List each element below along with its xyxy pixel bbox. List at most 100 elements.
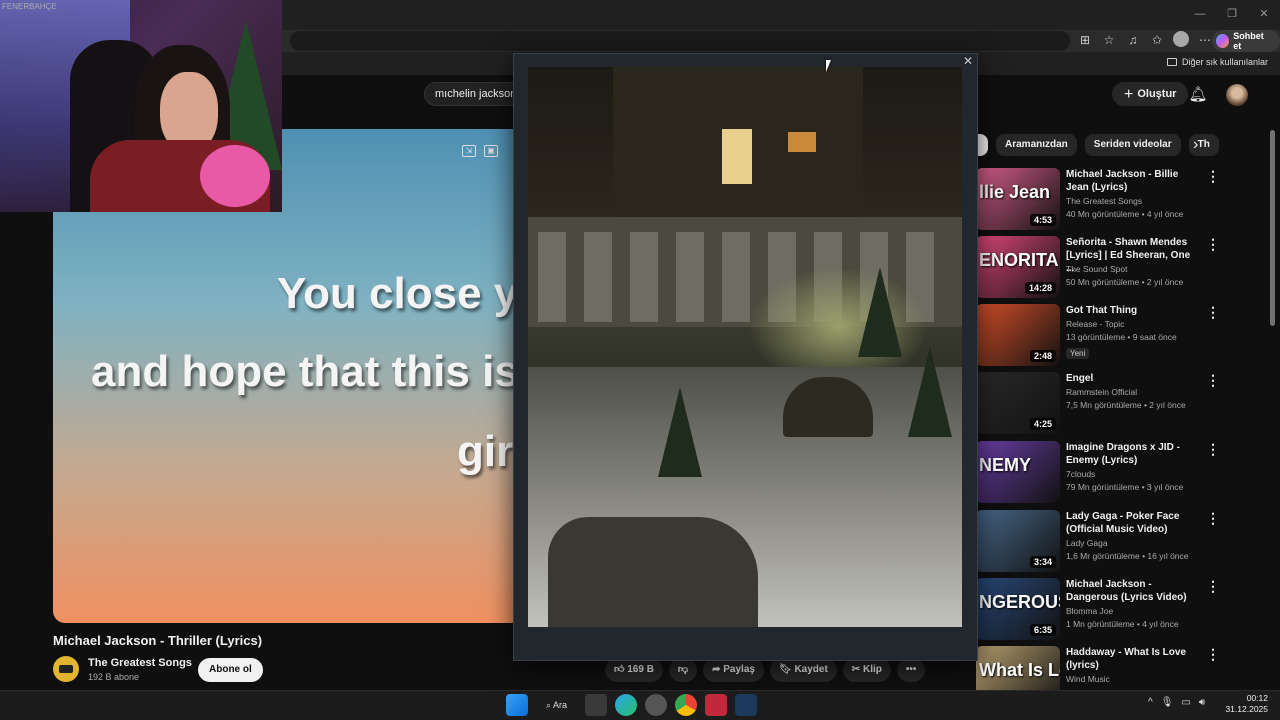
more-vert-icon[interactable]: ⋮ (1206, 646, 1220, 663)
system-tray: ^ 🎙︎ ▭ 🔊︎ (1148, 697, 1205, 708)
recommendation-title[interactable]: Haddaway - What Is Love (lyrics) (1066, 646, 1196, 672)
recommendation-item[interactable]: 2:48 Got That Thing Release - Topic 13 görü… (976, 304, 1276, 368)
recommendation-channel[interactable]: Rammstein Official (1066, 387, 1137, 397)
maximize-icon[interactable]: ❐ (1216, 0, 1248, 28)
video-thumbnail[interactable]: NGEROUS 6:35 (976, 578, 1060, 640)
taskbar-clock[interactable]: 00:12 31.12.2025 (1222, 693, 1268, 715)
display-icon[interactable]: ▭ (1181, 697, 1190, 708)
account-avatar[interactable] (1226, 84, 1248, 106)
recommendation-title[interactable]: Engel (1066, 372, 1196, 385)
share-icon: ➦ (712, 664, 724, 675)
more-vert-icon[interactable]: ⋮ (1206, 578, 1220, 595)
clock-time: 00:12 (1246, 693, 1268, 703)
more-vert-icon[interactable]: ⋮ (1206, 304, 1220, 321)
recommendation-channel[interactable]: The Greatest Songs (1066, 196, 1142, 206)
video-thumbnail[interactable]: NEMY (976, 441, 1060, 503)
volume-icon[interactable]: 🔊︎ (1199, 697, 1205, 708)
more-vert-icon[interactable]: ⋮ (1206, 236, 1220, 253)
chevron-right-icon[interactable]: › (1193, 136, 1209, 154)
recommendation-item[interactable]: NGEROUS 6:35 Michael Jackson - Dangerous (… (976, 578, 1276, 642)
recommendation-title[interactable]: Michael Jackson - Dangerous (Lyrics Vide… (1066, 578, 1196, 604)
video-thumbnail[interactable]: 4:25 (976, 372, 1060, 434)
chevron-up-icon[interactable]: ^ (1148, 697, 1153, 708)
duration-badge: 4:53 (1029, 214, 1056, 226)
subscribe-button[interactable]: Abone ol (198, 658, 263, 682)
steam-icon[interactable] (735, 694, 758, 716)
favorite-star-icon[interactable]: ☆ (1100, 31, 1118, 49)
video-thumbnail[interactable]: 2:48 (976, 304, 1060, 366)
clock-date: 31.12.2025 (1225, 704, 1268, 714)
recommendation-title[interactable]: Michael Jackson - Billie Jean (Lyrics) (1066, 168, 1196, 194)
share-button[interactable]: ➦ Paylaş (703, 658, 764, 682)
pine-tree (858, 267, 902, 357)
miniplayer-icon[interactable]: ⇲ (462, 145, 476, 157)
clip-button[interactable]: ✂ Klip (842, 658, 891, 682)
recommendation-channel[interactable]: Lady Gaga (1066, 538, 1108, 548)
recommendation-channel[interactable]: Wind Music (1066, 674, 1110, 684)
taskview-icon[interactable] (585, 694, 608, 716)
video-thumbnail[interactable]: llie Jean 4:53 (976, 168, 1060, 230)
recommendation-title[interactable]: Lady Gaga - Poker Face (Official Music V… (1066, 510, 1196, 536)
more-vert-icon[interactable]: ⋮ (1206, 510, 1220, 527)
channel-name[interactable]: The Greatest Songs (88, 657, 192, 669)
recommendation-channel[interactable]: The Sound Spot (1066, 264, 1127, 274)
address-bar[interactable] (290, 31, 1070, 51)
plush-toy (200, 145, 270, 207)
apps-icon[interactable]: ⊞ (1076, 31, 1094, 49)
recommendation-item[interactable]: 4:25 Engel Rammstein Official 7,5 Mn görünt… (976, 372, 1276, 436)
scissors-icon: ✂ (851, 664, 863, 675)
video-thumbnail[interactable]: ENORITA 14:28 (976, 236, 1060, 298)
dislike-button[interactable]: 👎︎ (668, 658, 698, 682)
discord-icon[interactable] (645, 694, 668, 716)
more-actions-button[interactable]: ••• (896, 658, 926, 682)
notifications-bell-icon[interactable]: 🔔︎ (1188, 85, 1208, 105)
voicemeeter-icon[interactable] (705, 694, 728, 716)
lyric-line-2: and hope that this is (91, 347, 519, 396)
pip-icon[interactable]: ▣ (484, 145, 498, 157)
chip-series[interactable]: Seriden videolar (1084, 134, 1181, 156)
taskbar-search[interactable]: ⌕ Ara (536, 694, 577, 716)
more-vert-icon[interactable]: ⋮ (1206, 168, 1220, 185)
chip-from-search[interactable]: Aramanızdan (996, 134, 1077, 156)
thumbs-up-icon: 👍︎ (614, 664, 628, 675)
scrollbar[interactable] (1270, 130, 1275, 326)
edge-icon[interactable] (615, 694, 638, 716)
create-button[interactable]: + Oluştur (1112, 82, 1189, 106)
channel-avatar[interactable] (53, 656, 79, 682)
thumbs-down-icon: 👎︎ (677, 664, 689, 675)
pine-tree (908, 347, 952, 437)
recommendation-meta: 7,5 Mn görüntüleme • 2 yıl önce (1066, 400, 1186, 410)
windows-start-icon[interactable] (506, 694, 528, 716)
recommendation-meta: 1 Mn görüntüleme • 4 yıl önce (1066, 619, 1179, 629)
recommendation-title[interactable]: Got That Thing (1066, 304, 1196, 317)
more-vert-icon[interactable]: ⋮ (1206, 372, 1220, 389)
microphone-icon[interactable]: 🎙︎ (1161, 697, 1174, 708)
favorites-icon[interactable]: ✩ (1148, 31, 1166, 49)
recommendation-title[interactable]: Imagine Dragons x JID - Enemy (Lyrics) (1066, 441, 1196, 467)
copilot-chat-button[interactable]: Sohbet et (1212, 30, 1280, 52)
close-icon[interactable]: ✕ (1248, 0, 1280, 28)
recommendation-item[interactable]: ENORITA 14:28 Señorita - Shawn Mendes [Lyr… (976, 236, 1276, 300)
recommendation-item[interactable]: llie Jean 4:53 Michael Jackson - Billie Je… (976, 168, 1276, 232)
webcam-logo: FENERBAHÇE (2, 2, 57, 11)
thumbnail-text: ENORITA (979, 250, 1059, 270)
more-vert-icon[interactable]: ⋮ (1206, 441, 1220, 458)
recommendation-channel[interactable]: Blomma Joe (1066, 606, 1113, 616)
extensions-icon[interactable]: ♫ (1124, 31, 1142, 49)
recommendation-channel[interactable]: Release - Topic (1066, 319, 1124, 329)
minimize-icon[interactable]: — (1184, 0, 1216, 28)
profile-icon[interactable] (1172, 31, 1190, 49)
video-thumbnail[interactable]: 3:34 (976, 510, 1060, 572)
like-count: 169 B (627, 664, 654, 675)
recommendation-meta: 1,6 Mr görüntüleme • 16 yıl önce (1066, 551, 1189, 561)
chrome-icon[interactable] (675, 694, 698, 716)
recommendation-channel[interactable]: 7clouds (1066, 469, 1095, 479)
video-overlay-controls: ⇲ ▣ (462, 145, 498, 157)
other-bookmarks[interactable]: Diğer sık kullanılanlar (1166, 57, 1268, 67)
close-icon[interactable]: ✕ (962, 55, 974, 67)
like-button[interactable]: 👍︎ 169 B (605, 658, 663, 682)
search-icon: ⌕ (546, 700, 554, 710)
recommendation-item[interactable]: 3:34 Lady Gaga - Poker Face (Official Mus… (976, 510, 1276, 574)
recommendation-item[interactable]: NEMY Imagine Dragons x JID - Enemy (Lyric… (976, 441, 1276, 505)
save-button[interactable]: 🔖︎ Kaydet (769, 658, 837, 682)
